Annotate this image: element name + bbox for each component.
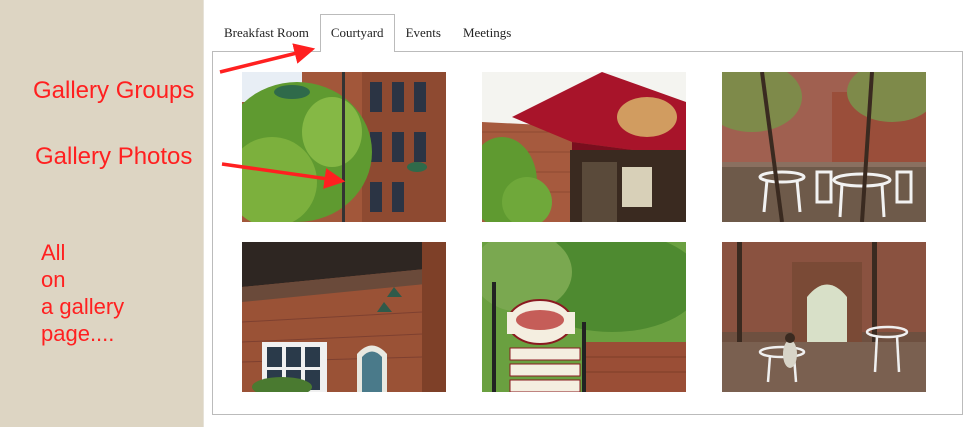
all-on-page-annotation: All on a gallery page....	[41, 242, 124, 350]
gallery-photo-5[interactable]	[482, 242, 686, 392]
gallery-photo-6[interactable]	[722, 242, 926, 392]
gallery-photo-2[interactable]	[482, 72, 686, 222]
photo-5-image	[482, 242, 686, 392]
annotation-line: a gallery	[41, 294, 125, 319]
gallery-photo-3[interactable]	[722, 72, 926, 222]
gallery-photo-4[interactable]	[242, 242, 446, 392]
photo-6-image	[722, 242, 926, 392]
tab-events[interactable]: Events	[395, 14, 452, 52]
gallery-photo-1[interactable]	[242, 72, 446, 222]
photo-4-image	[242, 242, 446, 392]
tab-courtyard[interactable]: Courtyard	[319, 14, 395, 52]
gallery-photos-annotation: Gallery Photos	[35, 143, 193, 170]
gallery-groups-annotation: Gallery Groups	[33, 77, 195, 104]
tab-breakfast-room[interactable]: Breakfast Room	[213, 14, 320, 52]
photo-3-image	[722, 72, 926, 222]
gallery-group-tabs: Breakfast Room Courtyard Events Meetings	[213, 14, 522, 52]
annotation-line: page....	[41, 321, 115, 346]
tab-meetings[interactable]: Meetings	[452, 14, 522, 52]
annotation-line: on	[41, 267, 66, 292]
photo-2-image	[482, 72, 686, 222]
annotation-line: All	[41, 240, 66, 265]
photo-1-image	[242, 72, 446, 222]
